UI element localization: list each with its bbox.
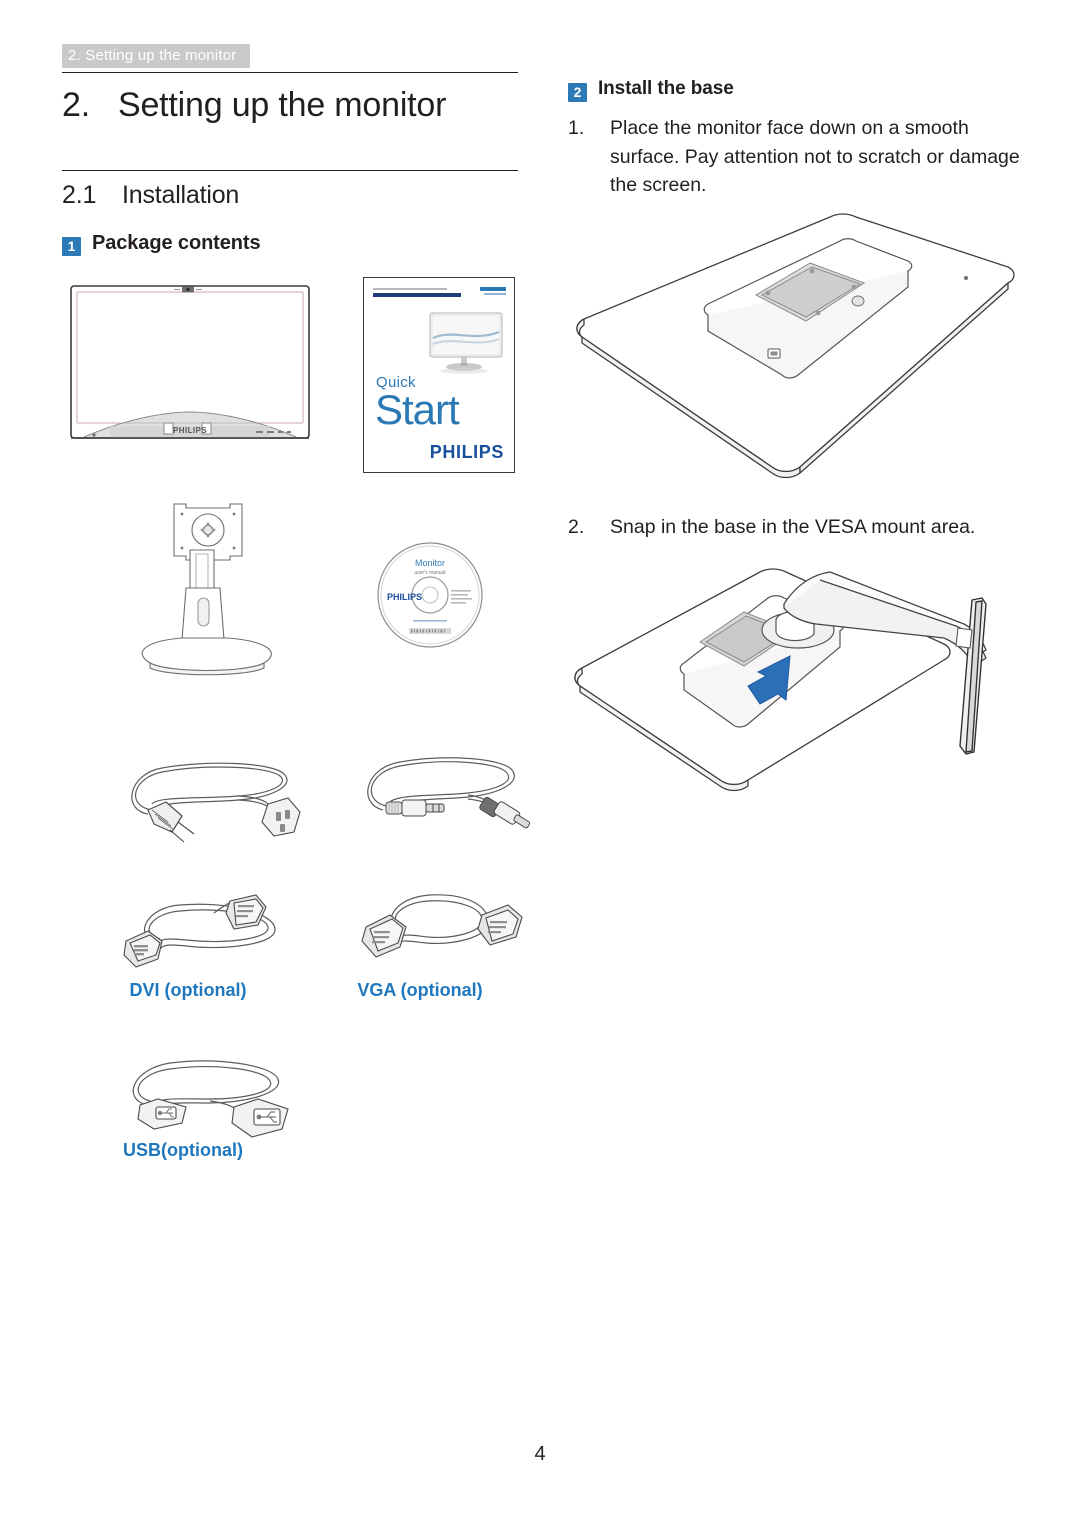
install-step-2-text: Snap in the base in the VESA mount area. xyxy=(610,516,976,538)
quick-start-model-code xyxy=(480,287,506,295)
monitor-face-down-illustration xyxy=(572,205,1020,495)
svg-text:PHILIPS: PHILIPS xyxy=(387,592,422,602)
subsection-title: Package contents xyxy=(92,232,261,255)
quick-start-start-text: Start xyxy=(375,386,460,433)
install-step-1-number: 1. xyxy=(568,117,585,139)
quick-start-guide-illustration: Quick Start PHILIPS xyxy=(363,277,515,473)
svg-text:Monitor: Monitor xyxy=(415,558,445,568)
svg-text:user's manual: user's manual xyxy=(415,570,446,576)
snap-base-illustration xyxy=(572,562,1020,792)
subsection-install-the-base: 2 Install the base xyxy=(568,78,1020,102)
right-column: 2 Install the base 1. Place the monitor … xyxy=(568,78,1020,200)
cd-illustration: Monitor user's manual PHILIPS xyxy=(375,540,485,650)
section-number: 2.1 xyxy=(62,181,97,210)
document-page: 2. Setting up the monitor 2. Setting up t… xyxy=(0,0,1080,1532)
section-heading: 2.1 Installation xyxy=(62,171,518,210)
caption-usb: USB(optional) xyxy=(123,1140,243,1160)
audio-cable-illustration xyxy=(356,752,531,847)
caption-dvi: DVI (optional) xyxy=(129,980,247,1000)
page-number: 4 xyxy=(534,1443,546,1465)
install-step-2-number: 2. xyxy=(568,516,585,538)
dvi-cable-illustration xyxy=(118,885,308,975)
step-badge-1: 1 xyxy=(62,237,81,257)
running-header: 2. Setting up the monitor xyxy=(62,44,251,68)
chapter-title: Setting up the monitor xyxy=(118,86,447,124)
quick-start-brand: PHILIPS xyxy=(429,442,504,462)
install-step-1: 1. Place the monitor face down on a smoo… xyxy=(568,114,1020,200)
left-column: 2. Setting up the monitor 2.1 Installation… xyxy=(62,72,518,257)
vga-cable-illustration xyxy=(356,885,536,975)
install-step-1-text: Place the monitor face down on a smooth … xyxy=(610,117,1020,196)
install-base-title: Install the base xyxy=(598,78,734,99)
step-badge-2: 2 xyxy=(568,83,587,102)
power-cable-illustration xyxy=(118,752,308,847)
monitor-stand-illustration xyxy=(128,500,288,678)
chapter-number: 2. xyxy=(62,86,90,124)
caption-vga: VGA (optional) xyxy=(357,980,483,1000)
monitor-front-illustration: PHILIPS xyxy=(70,285,310,450)
quick-start-url-lines xyxy=(373,288,483,297)
section-title: Installation xyxy=(122,181,240,210)
subsection-package-contents: 1 Package contents xyxy=(62,232,518,257)
page-title: 2. Setting up the monitor xyxy=(62,73,518,124)
svg-text:PHILIPS: PHILIPS xyxy=(173,426,207,435)
install-step-2: 2. Snap in the base in the VESA mount ar… xyxy=(568,513,1020,542)
usb-cable-illustration xyxy=(118,1055,308,1145)
